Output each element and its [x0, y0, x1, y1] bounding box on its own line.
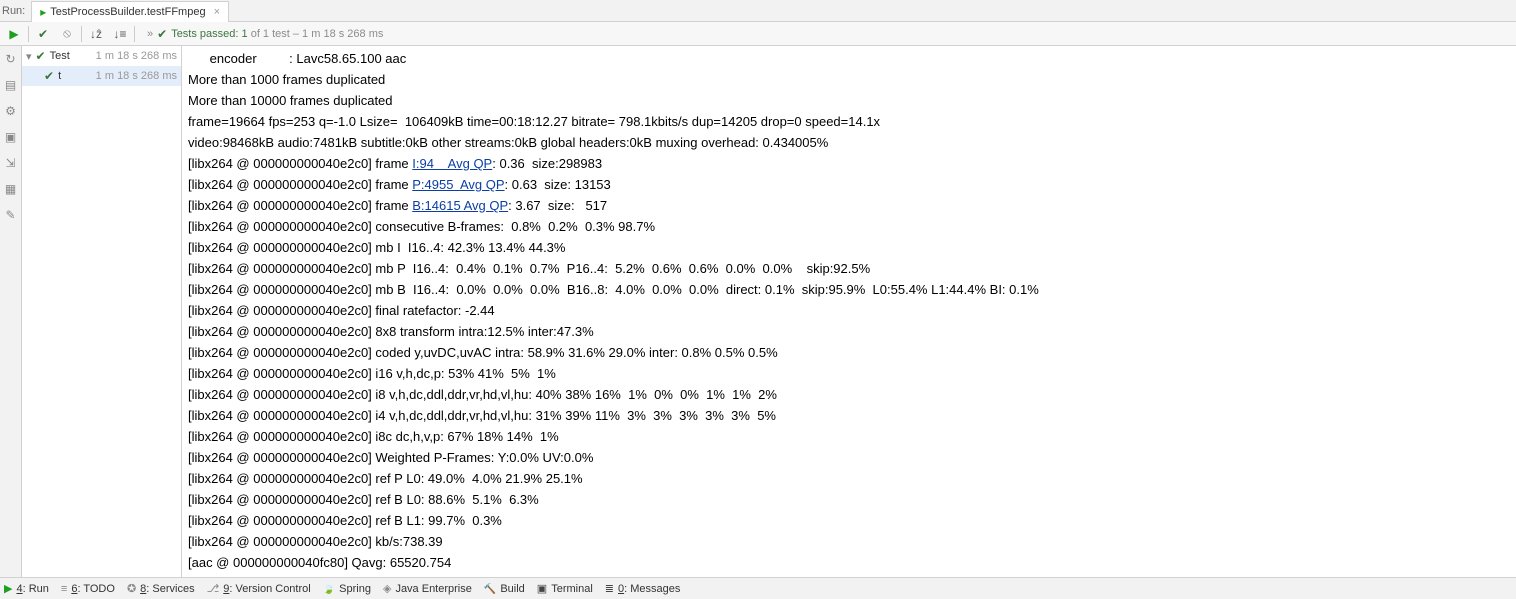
console-line: More than 1000 frames duplicated [188, 69, 1516, 90]
console-link[interactable]: I:94 Avg QP [412, 156, 492, 171]
history-icon[interactable]: ▦ [5, 182, 16, 196]
show-ignored-button[interactable]: ⦸ [55, 23, 79, 45]
status-suffix: of 1 test – 1 m 18 s 268 ms [248, 28, 384, 40]
vcs-icon [207, 582, 220, 595]
show-passed-button[interactable]: ✔ [31, 23, 55, 45]
play-icon: ▸ [40, 5, 46, 19]
stop-icon: ⦸ [63, 26, 71, 41]
tool-spring[interactable]: Spring [323, 583, 371, 595]
console-line: [libx264 @ 000000000040e2c0] coded y,uvD… [188, 342, 1516, 363]
export-icon[interactable]: ⇲ [5, 156, 15, 170]
separator [134, 26, 135, 42]
console-line: [libx264 @ 000000000040e2c0] ref P L0: 4… [188, 468, 1516, 489]
pin-icon[interactable]: ✎ [5, 208, 15, 222]
console-line: encoder : Lavc58.65.100 aac [188, 48, 1516, 69]
test-status-text: » ✔ Tests passed: 1 of 1 test – 1 m 18 s… [147, 27, 383, 41]
console-line: [libx264 @ 000000000040e2c0] frame P:495… [188, 174, 1516, 195]
check-icon: ✔ [36, 49, 46, 63]
console-line: [libx264 @ 000000000040e2c0] final ratef… [188, 300, 1516, 321]
console-line: [libx264 @ 000000000040e2c0] 8x8 transfo… [188, 321, 1516, 342]
check-icon: ✔ [44, 69, 54, 83]
chevron-down-icon: ▾ [26, 50, 32, 63]
tree-child-time: 1 m 18 s 268 ms [96, 70, 177, 82]
separator [81, 26, 82, 42]
sort-icon: ↓≡ [113, 27, 126, 41]
spring-icon [323, 583, 335, 595]
gear-icon[interactable]: ⚙ [5, 104, 16, 118]
console-line: [libx264 @ 000000000040e2c0] frame I:94 … [188, 153, 1516, 174]
console-line: [libx264 @ 000000000040e2c0] i8c dc,h,v,… [188, 426, 1516, 447]
separator [28, 26, 29, 42]
sort-alpha-button[interactable]: ↓ẑ [84, 23, 108, 45]
console-line: [libx264 @ 000000000040e2c0] i4 v,h,dc,d… [188, 405, 1516, 426]
console-line: [libx264 @ 000000000040e2c0] Weighted P-… [188, 447, 1516, 468]
tool-services[interactable]: 8: Services [127, 582, 195, 595]
console-line: More than 10000 frames duplicated [188, 90, 1516, 111]
test-toolbar: ▶ ✔ ⦸ ↓ẑ ↓≡ » ✔ Tests passed: 1 of 1 tes… [0, 22, 1516, 46]
rerun-button[interactable]: ▶ [2, 23, 26, 45]
close-icon[interactable]: × [214, 6, 220, 18]
layout-icon[interactable]: ▤ [5, 78, 16, 92]
console-line: [libx264 @ 000000000040e2c0] consecutive… [188, 216, 1516, 237]
console-line: [libx264 @ 000000000040e2c0] frame B:146… [188, 195, 1516, 216]
tree-root-label: Test [50, 50, 70, 62]
console-line: [libx264 @ 000000000040e2c0] kb/s:738.39 [188, 531, 1516, 552]
terminal-icon [537, 582, 547, 595]
camera-icon[interactable]: ▣ [5, 130, 16, 144]
status-prefix: » [147, 28, 153, 40]
play-icon: ▶ [4, 582, 12, 595]
console-line: video:98468kB audio:7481kB subtitle:0kB … [188, 132, 1516, 153]
play-icon: ▶ [9, 27, 18, 41]
sort-time-button[interactable]: ↓≡ [108, 23, 132, 45]
console-line: [libx264 @ 000000000040e2c0] mb I I16..4… [188, 237, 1516, 258]
tool-java-ee[interactable]: Java Enterprise [383, 582, 472, 595]
tool-todo[interactable]: 6: TODO [61, 583, 115, 595]
console-line: frame=19664 fps=253 q=-1.0 Lsize= 106409… [188, 111, 1516, 132]
console-line: [libx264 @ 000000000040e2c0] i16 v,h,dc,… [188, 363, 1516, 384]
console-line: [libx264 @ 000000000040e2c0] ref B L1: 9… [188, 510, 1516, 531]
tree-child[interactable]: ✔ t 1 m 18 s 268 ms [22, 66, 181, 86]
console-link[interactable]: B:14615 Avg QP [412, 198, 508, 213]
tool-messages[interactable]: 0: Messages [605, 582, 681, 595]
console-link[interactable]: P:4955 Avg QP [412, 177, 504, 192]
left-tool-gutter: ↻ ▤ ⚙ ▣ ⇲ ▦ ✎ [0, 46, 22, 577]
todo-icon [61, 583, 67, 595]
test-tree: ▾ ✔ Test 1 m 18 s 268 ms ✔ t 1 m 18 s 26… [22, 46, 182, 577]
check-icon: ✔ [157, 27, 167, 41]
console-line: [libx264 @ 000000000040e2c0] mb P I16..4… [188, 258, 1516, 279]
tab-title: TestProcessBuilder.testFFmpeg [50, 6, 205, 18]
rerun-icon[interactable]: ↻ [5, 52, 15, 66]
run-tab-bar: Run: ▸ TestProcessBuilder.testFFmpeg × [0, 0, 1516, 22]
java-ee-icon [383, 582, 391, 595]
main-layout: ↻ ▤ ⚙ ▣ ⇲ ▦ ✎ ▾ ✔ Test 1 m 18 s 268 ms ✔… [0, 46, 1516, 577]
sort-icon: ↓ẑ [90, 27, 102, 41]
bottom-tool-bar: ▶4: Run 6: TODO 8: Services 9: Version C… [0, 577, 1516, 599]
build-icon [484, 583, 496, 595]
run-label: Run: [2, 5, 25, 17]
run-config-tab[interactable]: ▸ TestProcessBuilder.testFFmpeg × [31, 1, 229, 22]
console-output[interactable]: encoder : Lavc58.65.100 aacMore than 100… [182, 46, 1516, 577]
tree-root-time: 1 m 18 s 268 ms [96, 50, 177, 62]
status-phrase: Tests passed: [171, 28, 241, 40]
tool-terminal[interactable]: Terminal [537, 582, 593, 595]
tree-root[interactable]: ▾ ✔ Test 1 m 18 s 268 ms [22, 46, 181, 66]
messages-icon [605, 582, 614, 595]
console-line: [aac @ 000000000040fc80] Qavg: 65520.754 [188, 552, 1516, 573]
tool-version-control[interactable]: 9: Version Control [207, 582, 311, 595]
tree-child-label: t [58, 70, 61, 82]
console-line: [libx264 @ 000000000040e2c0] mb B I16..4… [188, 279, 1516, 300]
console-line: [libx264 @ 000000000040e2c0] ref B L0: 8… [188, 489, 1516, 510]
tool-build[interactable]: Build [484, 583, 525, 595]
services-icon [127, 582, 136, 595]
check-icon: ✔ [38, 27, 48, 41]
tool-run[interactable]: ▶4: Run [4, 582, 49, 595]
console-line: [libx264 @ 000000000040e2c0] i8 v,h,dc,d… [188, 384, 1516, 405]
